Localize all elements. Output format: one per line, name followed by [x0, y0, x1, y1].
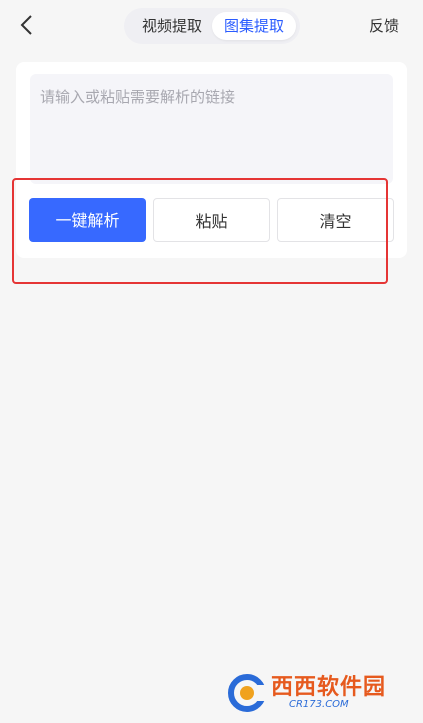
extract-mode-tabs: 视频提取 图集提取: [124, 8, 300, 44]
top-bar: 视频提取 图集提取 反馈: [0, 0, 423, 52]
parse-button[interactable]: 一键解析: [29, 198, 146, 242]
paste-button[interactable]: 粘贴: [153, 198, 270, 242]
watermark-logo-icon: [228, 674, 267, 712]
link-input[interactable]: [30, 74, 393, 184]
back-button[interactable]: [12, 10, 40, 40]
watermark-brand: 西西软件园: [271, 675, 387, 700]
watermark-site: CR173.COM: [289, 699, 349, 710]
tab-video-extract[interactable]: 视频提取: [132, 12, 212, 40]
chevron-left-icon: [20, 15, 32, 35]
feedback-link[interactable]: 反馈: [369, 16, 399, 36]
clear-button[interactable]: 清空: [277, 198, 394, 242]
link-input-card: 一键解析 粘贴 清空: [16, 62, 407, 258]
watermark: 西西软件园 CR173.COM: [227, 673, 405, 713]
tab-album-extract[interactable]: 图集提取: [212, 12, 296, 40]
